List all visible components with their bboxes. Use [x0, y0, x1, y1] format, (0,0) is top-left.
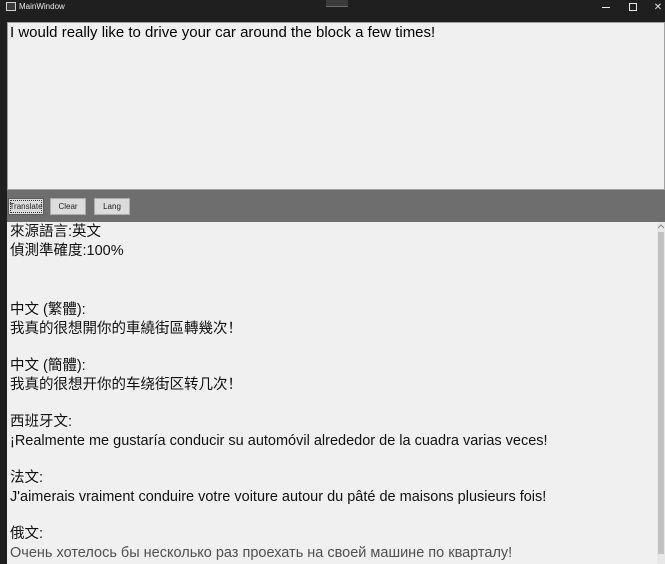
translation-text: ¡Realmente me gustaría conducir su autom… [10, 433, 548, 449]
translation-language-label: 中文 (簡體): [10, 358, 86, 374]
detection-confidence-label: 偵測準確度:100% [10, 243, 124, 259]
close-icon: ✕ [653, 1, 663, 13]
translation-language-label: 俄文: [10, 526, 44, 542]
maximize-button[interactable] [619, 0, 647, 14]
close-button[interactable]: ✕ [644, 0, 665, 14]
translation-text: 我真的很想開你的車繞街區轉幾次！ [10, 321, 242, 337]
source-language-label: 來源語言:英文 [10, 224, 102, 240]
maximize-icon [629, 3, 637, 11]
translation-language-label: 法文: [10, 470, 44, 486]
title-grip-handle[interactable] [326, 0, 348, 7]
translation-text: Очень хотелось бы несколько раз проехать… [10, 545, 513, 561]
vertical-scrollbar[interactable] [657, 222, 665, 564]
scrollbar-thumb[interactable] [658, 232, 664, 554]
window-title: MainWindow [19, 2, 65, 11]
clear-button[interactable]: Clear [50, 198, 86, 215]
translate-button[interactable]: Translate [8, 198, 44, 215]
translation-language-label: 中文 (繁體): [10, 302, 86, 318]
translation-output[interactable]: 來源語言:英文 偵測準確度:100% 中文 (繁體): 我真的很想開你的車繞街區… [7, 222, 665, 564]
scroll-up-arrow-icon[interactable] [658, 223, 664, 230]
action-toolbar: Translate Clear Lang [7, 190, 665, 222]
translation-output-content: 來源語言:英文 偵測準確度:100% 中文 (繁體): 我真的很想開你的車繞街區… [10, 223, 650, 563]
translation-language-label: 西班牙文: [10, 414, 73, 430]
source-text-input[interactable]: I would really like to drive your car ar… [7, 22, 665, 190]
translation-text: J'aimerais vraiment conduire votre voitu… [10, 489, 547, 505]
minimize-button[interactable] [592, 0, 620, 14]
lang-button[interactable]: Lang [94, 198, 130, 215]
app-window-icon [6, 2, 16, 11]
source-text-value: I would really like to drive your car ar… [10, 24, 436, 41]
translation-text: 我真的很想开你的车绕街区转几次！ [10, 377, 242, 393]
title-bar: MainWindow ✕ [0, 0, 665, 14]
minimize-icon [602, 6, 610, 8]
